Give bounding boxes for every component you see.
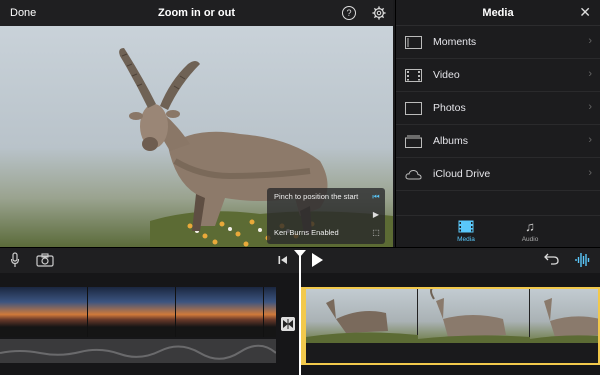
- tab-audio-label: Audio: [521, 236, 539, 243]
- audio-waveform-icon[interactable]: [575, 251, 591, 269]
- media-item-label: iCloud Drive: [433, 168, 491, 180]
- hint-pinch-text: Pinch to position the start: [274, 192, 359, 201]
- chevron-right-icon: ›: [588, 35, 592, 47]
- albums-icon: [405, 135, 422, 148]
- clip-frame: [530, 289, 598, 343]
- media-browser: Media ✕ Moments › Video › Photos › Album…: [395, 0, 600, 247]
- chevron-right-icon: ›: [588, 101, 592, 113]
- start-position-icon[interactable]: ⏮: [371, 192, 381, 202]
- page-title: Zoom in or out: [158, 7, 235, 19]
- media-item-icloud-drive[interactable]: iCloud Drive ›: [396, 158, 600, 191]
- media-item-label: Albums: [433, 135, 469, 147]
- transition-icon[interactable]: [281, 317, 295, 331]
- gear-icon[interactable]: [372, 6, 386, 20]
- film-icon: [458, 220, 474, 233]
- viewer-toolbar: Done Zoom in or out ?: [0, 0, 393, 26]
- skip-to-start-icon[interactable]: [278, 255, 288, 265]
- help-icon[interactable]: ?: [342, 6, 356, 20]
- chevron-right-icon: ›: [588, 68, 592, 80]
- media-item-video[interactable]: Video ›: [396, 59, 600, 92]
- playhead-marker-icon: [294, 250, 306, 257]
- microphone-icon[interactable]: [10, 252, 20, 268]
- video-preview[interactable]: Pinch to position the start ⏮ ▶ Ken Burn…: [0, 26, 393, 247]
- video-icon: [405, 69, 422, 82]
- audio-waveform: [0, 339, 276, 363]
- ken-burns-hint: Pinch to position the start ⏮ ▶ Ken Burn…: [267, 188, 385, 244]
- ibex-clip-selected[interactable]: [300, 287, 600, 343]
- media-item-label: Photos: [433, 102, 466, 114]
- clip-frame: [0, 287, 88, 337]
- end-position-icon[interactable]: ⬚: [371, 228, 381, 238]
- media-item-label: Moments: [433, 36, 477, 48]
- hint-ken-burns-text: Ken Burns Enabled: [274, 228, 339, 237]
- close-icon[interactable]: ✕: [579, 5, 591, 19]
- media-header: Media ✕: [396, 0, 600, 26]
- photos-icon: [405, 102, 422, 115]
- ibex-thumbnail: [530, 298, 598, 343]
- clip-selection-track: [300, 343, 600, 365]
- media-item-moments[interactable]: Moments ›: [396, 26, 600, 59]
- clip-frame: [418, 289, 530, 343]
- sunset-clip[interactable]: [0, 287, 276, 337]
- ibex-thumbnail: [306, 299, 418, 343]
- tab-media-label: Media: [457, 236, 475, 243]
- clip-frame: [176, 287, 264, 337]
- media-item-label: Video: [433, 69, 460, 81]
- ibex-thumbnail: [418, 289, 530, 343]
- clip-frame: [306, 289, 418, 343]
- icloud-icon: [405, 169, 422, 180]
- media-item-photos[interactable]: Photos ›: [396, 92, 600, 125]
- moments-icon: [405, 36, 422, 49]
- play-preview-icon[interactable]: ▶: [371, 210, 381, 220]
- undo-icon[interactable]: [544, 252, 560, 266]
- tab-audio[interactable]: ♫ Audio: [505, 219, 555, 243]
- playhead[interactable]: [299, 253, 301, 375]
- music-note-icon: ♫: [525, 219, 535, 234]
- media-item-albums[interactable]: Albums ›: [396, 125, 600, 158]
- chevron-right-icon: ›: [588, 134, 592, 146]
- play-icon[interactable]: [311, 252, 324, 268]
- chevron-right-icon: ›: [588, 167, 592, 179]
- media-title: Media: [482, 7, 514, 19]
- camera-icon[interactable]: [36, 253, 54, 267]
- media-tab-bar: Media ♫ Audio: [396, 215, 600, 247]
- clip-frame: [88, 287, 176, 337]
- tab-media[interactable]: Media: [441, 219, 491, 243]
